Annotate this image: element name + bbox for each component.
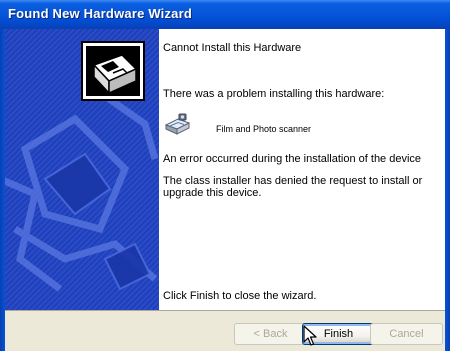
banner-artwork bbox=[5, 29, 159, 310]
window-title: Found New Hardware Wizard bbox=[8, 6, 193, 21]
device-name: Film and Photo scanner bbox=[216, 124, 312, 134]
title-bar[interactable]: Found New Hardware Wizard bbox=[0, 0, 450, 29]
problem-text: There was a problem installing this hard… bbox=[163, 88, 385, 100]
button-bar: < Back Finish Cancel bbox=[5, 310, 445, 351]
back-button[interactable]: < Back bbox=[234, 323, 307, 345]
error-text: An error occurred during the installatio… bbox=[163, 153, 422, 165]
wizard-content: Cannot Install this Hardware There was a… bbox=[159, 29, 445, 310]
mouse-cursor-icon bbox=[303, 325, 317, 346]
close-instruction: Click Finish to close the wizard. bbox=[163, 290, 317, 302]
page-heading: Cannot Install this Hardware bbox=[163, 42, 302, 54]
detail-text-line1: The class installer has denied the reque… bbox=[163, 175, 423, 187]
window-frame-right bbox=[445, 29, 450, 351]
cancel-button[interactable]: Cancel bbox=[370, 323, 443, 345]
hardware-icon bbox=[81, 41, 145, 101]
detail-text-line2: upgrade this device. bbox=[163, 187, 262, 199]
scanner-icon bbox=[164, 113, 191, 135]
wizard-banner bbox=[5, 29, 159, 310]
